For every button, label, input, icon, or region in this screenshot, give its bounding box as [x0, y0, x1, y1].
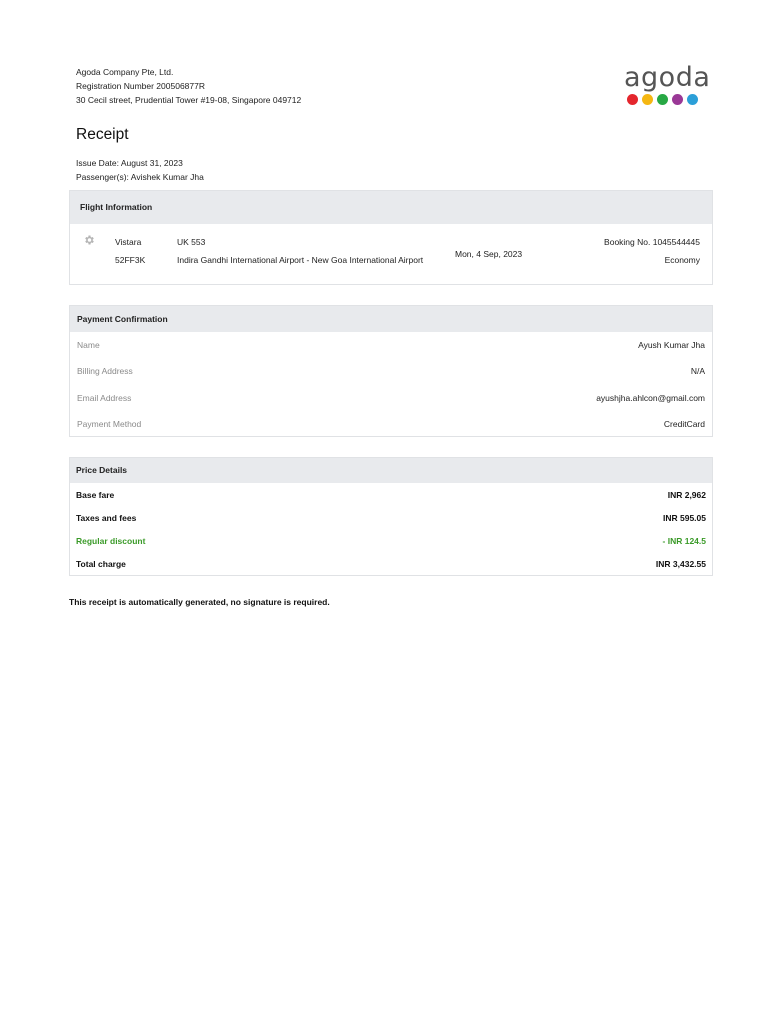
price-label: Taxes and fees — [76, 512, 137, 523]
price-row-taxes: Taxes and fees INR 595.05 — [70, 506, 712, 529]
logo-dot-green — [657, 94, 668, 105]
price-label: Total charge — [76, 559, 126, 570]
page-title: Receipt — [76, 126, 129, 143]
price-row-total: Total charge INR 3,432.55 — [70, 553, 712, 576]
payment-confirmation-section: Payment Confirmation Name Ayush Kumar Jh… — [69, 305, 713, 437]
logo-dot-purple — [672, 94, 683, 105]
payment-value: CreditCard — [663, 419, 705, 430]
airline-gear-icon — [83, 234, 95, 246]
issue-date: Issue Date: August 31, 2023 — [76, 158, 183, 168]
cabin-class: Economy — [664, 255, 700, 265]
company-info: Agoda Company Pte, Ltd. Registration Num… — [76, 65, 301, 107]
company-registration: Registration Number 200506877R — [76, 81, 205, 91]
payment-confirmation-header: Payment Confirmation — [70, 306, 712, 332]
flight-number: UK 553 — [177, 237, 206, 247]
payment-label: Name — [77, 340, 100, 351]
logo-dot-yellow — [642, 94, 653, 105]
price-row-discount: Regular discount - INR 124.5 — [70, 529, 712, 552]
receipt-meta: Issue Date: August 31, 2023 Passenger(s)… — [76, 157, 204, 184]
payment-value: N/A — [690, 366, 705, 377]
price-details-header: Price Details — [70, 458, 712, 483]
flight-information-header: Flight Information — [70, 191, 712, 224]
price-label: Regular discount — [76, 535, 146, 546]
payment-value: ayushjha.ahlcon@gmail.com — [596, 392, 705, 403]
passengers: Passenger(s): Avishek Kumar Jha — [76, 171, 204, 182]
logo-dot-blue — [687, 94, 698, 105]
payment-label: Payment Method — [77, 419, 142, 430]
logo-dots — [627, 94, 698, 105]
price-row-base-fare: Base fare INR 2,962 — [70, 483, 712, 506]
payment-row-method: Payment Method CreditCard — [70, 411, 712, 437]
price-value: INR 3,432.55 — [655, 559, 706, 570]
logo-text: agoda — [624, 62, 711, 93]
price-value: INR 595.05 — [663, 512, 706, 523]
price-value: INR 2,962 — [667, 489, 706, 500]
booking-number: Booking No. 1045544445 — [604, 237, 700, 247]
payment-row-billing-address: Billing Address N/A — [70, 358, 712, 384]
airline-name: Vistara — [115, 237, 142, 247]
price-label: Base fare — [76, 489, 115, 500]
receipt-footer-note: This receipt is automatically generated,… — [69, 597, 330, 607]
price-value: - INR 124.5 — [662, 535, 706, 546]
price-details-section: Price Details Base fare INR 2,962 Taxes … — [69, 457, 713, 576]
logo-dot-red — [627, 94, 638, 105]
booking-reference: 52FF3K — [115, 255, 146, 265]
flight-information-section: Flight Information Vistara UK 553 52FF3K… — [69, 190, 713, 285]
payment-row-email: Email Address ayushjha.ahlcon@gmail.com — [70, 385, 712, 411]
company-address: 30 Cecil street, Prudential Tower #19-08… — [76, 95, 302, 105]
flight-date: Mon, 4 Sep, 2023 — [455, 249, 523, 259]
payment-label: Email Address — [77, 392, 132, 403]
payment-label: Billing Address — [77, 366, 133, 377]
flight-route: Indira Gandhi International Airport - Ne… — [177, 255, 424, 265]
payment-row-name: Name Ayush Kumar Jha — [70, 332, 712, 358]
payment-value: Ayush Kumar Jha — [638, 340, 705, 351]
agoda-logo: agoda — [622, 63, 710, 109]
company-name: Agoda Company Pte, Ltd. — [76, 67, 174, 77]
